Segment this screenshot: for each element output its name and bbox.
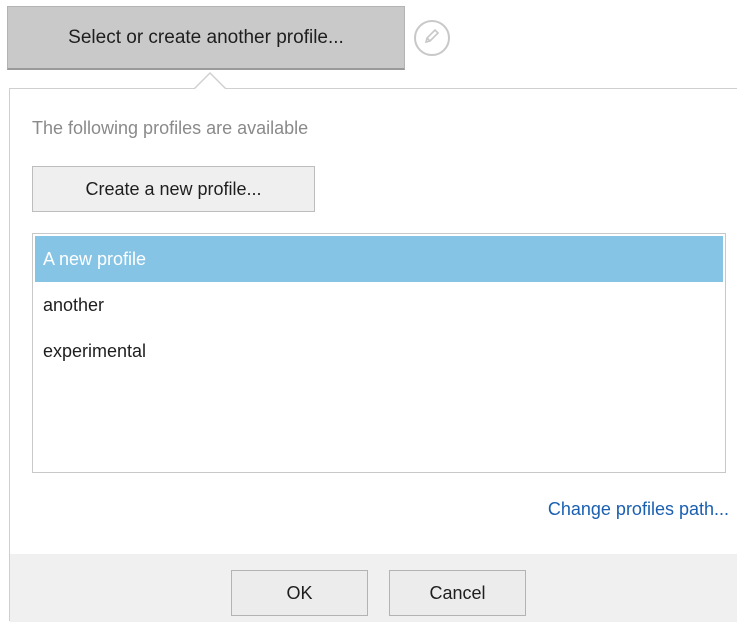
- popup-caret-fill: [194, 74, 226, 90]
- profile-list[interactable]: A new profile another experimental: [32, 233, 726, 473]
- profile-popup: The following profiles are available Cre…: [9, 88, 737, 622]
- ok-button[interactable]: OK: [231, 570, 368, 616]
- cancel-button[interactable]: Cancel: [389, 570, 526, 616]
- ok-label: OK: [286, 582, 313, 603]
- edit-profile-button[interactable]: [414, 20, 450, 56]
- pencil-icon: [423, 27, 441, 50]
- select-profile-label: Select or create another profile...: [68, 26, 344, 48]
- change-profiles-path-link[interactable]: Change profiles path...: [548, 499, 729, 520]
- create-profile-label: Create a new profile...: [85, 178, 262, 199]
- cancel-label: Cancel: [429, 582, 486, 603]
- profile-list-item[interactable]: experimental: [35, 328, 723, 374]
- dialog-footer: OK Cancel: [10, 554, 737, 622]
- select-profile-button[interactable]: Select or create another profile...: [7, 6, 405, 70]
- create-profile-button[interactable]: Create a new profile...: [32, 166, 315, 212]
- profile-list-item[interactable]: A new profile: [35, 236, 723, 282]
- available-profiles-text: The following profiles are available: [32, 118, 309, 138]
- profile-list-item[interactable]: another: [35, 282, 723, 328]
